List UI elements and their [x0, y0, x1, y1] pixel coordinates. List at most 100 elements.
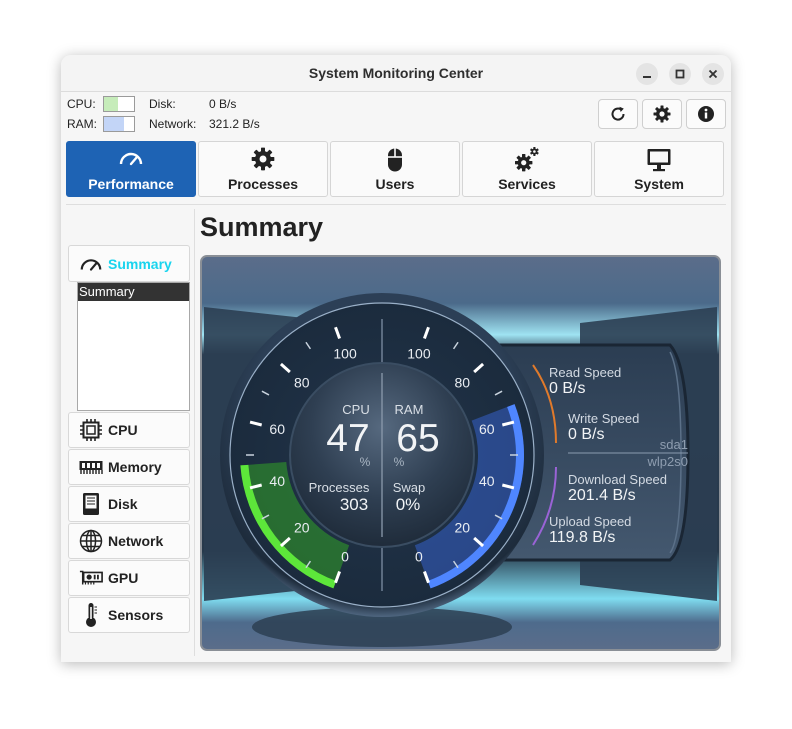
sidebar-item-gpu[interactable]: GPU [68, 560, 190, 596]
tab-performance[interactable]: Performance [66, 141, 196, 197]
tab-label: Users [375, 176, 415, 192]
info-icon [698, 106, 714, 122]
speedometer-icon [80, 258, 102, 271]
tab-processes[interactable]: Processes [198, 141, 328, 197]
download-speed-label: Download Speed [568, 472, 667, 487]
divider [194, 209, 195, 656]
ram-scale-label: 100 [407, 346, 431, 362]
ram-gauge-label: RAM [395, 402, 424, 417]
cpu-scale-label: 20 [294, 519, 310, 535]
swap-value: 0% [396, 495, 421, 514]
tab-label: System [634, 176, 684, 192]
ram-gauge-value: 65 [396, 417, 439, 460]
settings-button[interactable] [642, 99, 682, 129]
cpu-scale-label: 80 [294, 375, 310, 391]
tab-system[interactable]: System [594, 141, 724, 197]
window-title: System Monitoring Center [308, 65, 484, 81]
cpu-scale-label: 100 [333, 346, 357, 362]
processes-label: Processes [309, 480, 370, 495]
maximize-icon [675, 69, 685, 79]
disk-label: Disk: [149, 97, 176, 111]
disk-icon [83, 493, 99, 515]
network-speed-value: 321.2 B/s [209, 117, 260, 131]
ram-usage-meter [103, 116, 135, 132]
upload-speed-label: Upload Speed [549, 514, 631, 529]
ram-scale-label: 80 [454, 375, 470, 391]
page-title: Summary [200, 212, 324, 242]
cpu-scale-label: 0 [341, 548, 349, 564]
about-button[interactable] [686, 99, 726, 129]
cpu-gauge-value: 47 [326, 417, 369, 460]
monitor-icon [647, 149, 671, 172]
write-speed-label: Write Speed [568, 411, 639, 426]
minimize-icon [643, 76, 651, 78]
cpu-icon [80, 419, 102, 441]
list-item[interactable]: Summary [78, 283, 189, 301]
thermometer-icon [86, 603, 97, 627]
disk-device-label: sda1 [660, 437, 688, 452]
minimize-button[interactable] [636, 63, 658, 85]
sidebar-item-label: GPU [108, 570, 139, 586]
speedometer-icon [119, 152, 143, 166]
sidebar-item-label: Summary [108, 255, 172, 272]
read-speed-value: 0 B/s [549, 380, 585, 397]
cpu-scale-label: 60 [269, 421, 285, 437]
title-bar: System Monitoring Center [61, 55, 731, 92]
sidebar-item-sensors[interactable]: Sensors [68, 597, 190, 633]
summary-gauge: 0 20 40 60 80 100 0 20 40 60 80 100 CPU 47 % RAM 65… [200, 255, 721, 651]
sidebar-item-network[interactable]: Network [68, 523, 190, 559]
sidebar-item-summary[interactable]: Summary [68, 245, 190, 282]
tab-label: Performance [88, 176, 174, 192]
disk-speed-value: 0 B/s [209, 97, 237, 111]
sidebar-item-label: CPU [108, 422, 138, 438]
maximize-button[interactable] [669, 63, 691, 85]
mouse-icon [388, 148, 402, 172]
close-icon [708, 69, 718, 79]
ram-scale-label: 60 [479, 421, 495, 437]
refresh-icon [611, 106, 625, 121]
memory-icon [79, 461, 103, 474]
sidebar-item-disk[interactable]: Disk [68, 486, 190, 522]
sidebar-item-label: Memory [108, 459, 162, 475]
write-speed-value: 0 B/s [568, 426, 604, 443]
network-label: Network: [149, 117, 197, 131]
divider [66, 204, 726, 205]
network-device-label: wlp2s0 [647, 454, 688, 469]
app-window: System Monitoring Center CPU: RAM: Disk:… [61, 55, 731, 662]
tab-label: Services [498, 176, 556, 192]
ram-scale-label: 0 [415, 548, 423, 564]
ram-label: RAM: [67, 117, 97, 131]
refresh-button[interactable] [598, 99, 638, 129]
cpu-gauge-unit: % [360, 455, 371, 469]
cpu-scale-label: 40 [269, 473, 285, 489]
sidebar-item-cpu[interactable]: CPU [68, 412, 190, 448]
tab-users[interactable]: Users [330, 141, 460, 197]
gear-icon [251, 147, 275, 171]
close-button[interactable] [702, 63, 724, 85]
read-speed-label: Read Speed [549, 365, 621, 380]
gpu-icon [79, 570, 103, 585]
swap-label: Swap [393, 480, 426, 495]
gears-icon [515, 147, 539, 172]
sidebar-item-label: Disk [108, 496, 138, 512]
cpu-usage-meter [103, 96, 135, 112]
sidebar-item-memory[interactable]: Memory [68, 449, 190, 485]
sidebar-item-label: Network [108, 533, 164, 549]
tab-label: Processes [227, 176, 299, 192]
upload-speed-value: 119.8 B/s [549, 529, 615, 546]
globe-icon [79, 529, 103, 553]
sidebar-item-label: Sensors [108, 607, 164, 623]
gear-icon [653, 105, 671, 123]
summary-list[interactable]: Summary [77, 282, 190, 411]
summary-dashboard: 0 20 40 60 80 100 0 20 40 60 80 100 CPU 47 % RAM 65… [200, 255, 721, 651]
cpu-label: CPU: [67, 97, 96, 111]
ram-scale-label: 20 [454, 519, 470, 535]
download-speed-value: 201.4 B/s [568, 487, 636, 504]
cpu-gauge-label: CPU [342, 402, 369, 417]
ram-usage-fill [104, 117, 124, 131]
tab-services[interactable]: Services [462, 141, 592, 197]
ram-scale-label: 40 [479, 473, 495, 489]
cpu-usage-fill [104, 97, 119, 111]
processes-value: 303 [340, 495, 368, 514]
ram-gauge-unit: % [394, 455, 405, 469]
